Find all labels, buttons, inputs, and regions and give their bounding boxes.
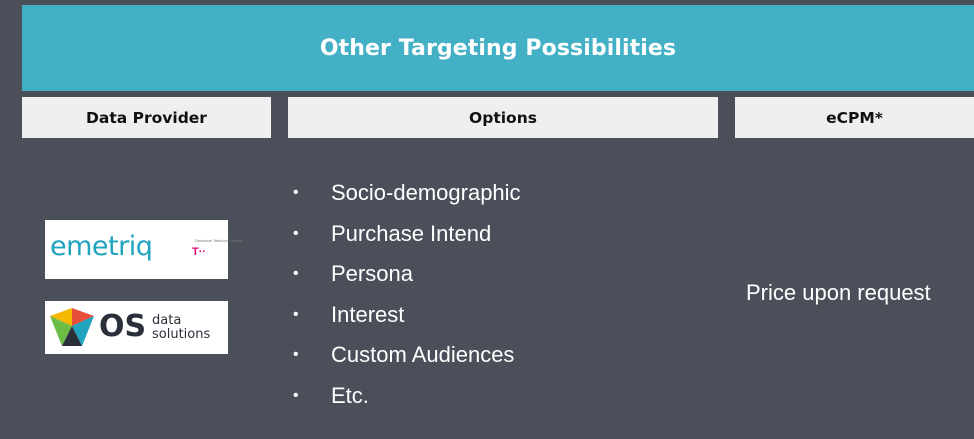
header-options: Options bbox=[288, 97, 718, 138]
os-data-solutions-logo: OS data solutions bbox=[45, 301, 228, 354]
options-list: • Socio-demographic • Purchase Intend • Per… bbox=[290, 173, 521, 416]
list-item: • Persona bbox=[290, 254, 521, 295]
list-item: • Etc. bbox=[290, 376, 521, 417]
list-item: • Purchase Intend bbox=[290, 214, 521, 255]
bullet-icon: • bbox=[293, 265, 299, 282]
bullet-icon: • bbox=[293, 224, 299, 242]
emetriq-tagline: Deutsche Telekom Gruppe bbox=[195, 238, 243, 243]
list-item: • Socio-demographic bbox=[290, 173, 521, 214]
os-subtitle-line2: solutions bbox=[152, 327, 211, 342]
telekom-t-icon: T·· bbox=[192, 246, 207, 258]
header-ecpm: eCPM* bbox=[735, 97, 974, 138]
bullet-icon: • bbox=[293, 346, 299, 363]
os-triangle-icon bbox=[50, 308, 94, 346]
emetriq-logo: emetriq Deutsche Telekom Gruppe T·· bbox=[45, 220, 242, 279]
page-title: Other Targeting Possibilities bbox=[319, 35, 677, 61]
price-text: Price upon request bbox=[746, 280, 931, 305]
list-item: • Custom Audiences bbox=[290, 335, 521, 376]
list-item: • Interest bbox=[290, 295, 521, 336]
bullet-icon: • bbox=[293, 386, 299, 404]
os-wordmark: OS bbox=[99, 309, 147, 344]
emetriq-wordmark: emetriq bbox=[50, 231, 153, 262]
header-data-provider: Data Provider bbox=[22, 97, 271, 138]
os-subtitle: data solutions bbox=[152, 314, 210, 342]
bullet-icon: • bbox=[293, 305, 299, 323]
title-banner: Other Targeting Possibilities bbox=[22, 5, 974, 91]
os-subtitle-line1: data bbox=[152, 313, 182, 328]
bullet-icon: • bbox=[293, 184, 299, 201]
